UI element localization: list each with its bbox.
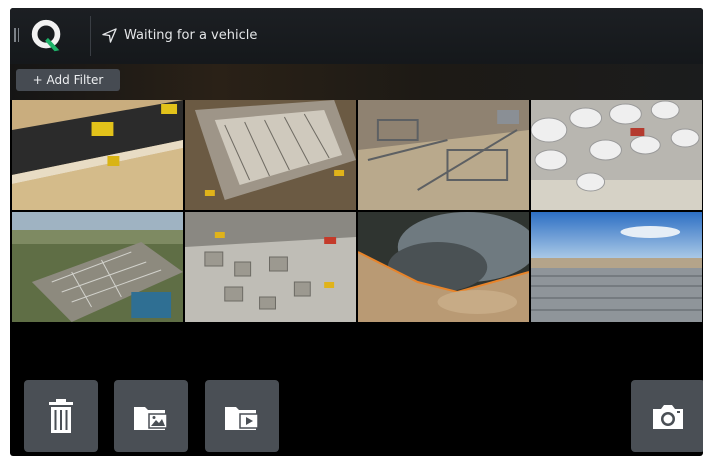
- app-window: Waiting for a vehicle + Add Filter: [10, 8, 703, 456]
- photo-thumbnail-storage-tanks[interactable]: [531, 100, 702, 210]
- photo-thumbnail-wildfire[interactable]: [358, 212, 529, 322]
- navigation-arrow-icon: [102, 27, 117, 43]
- photo-thumbnail-industrial-site[interactable]: [358, 100, 529, 210]
- photo-gallery: [12, 100, 702, 322]
- top-bar: Waiting for a vehicle: [10, 8, 703, 64]
- camera-icon: [653, 405, 683, 429]
- header-divider: [90, 16, 91, 56]
- add-filter-button[interactable]: + Add Filter: [16, 69, 120, 91]
- camera-button[interactable]: [631, 380, 703, 452]
- photo-thumbnail-building-construction[interactable]: [185, 100, 356, 210]
- delete-button[interactable]: [24, 380, 98, 452]
- photo-thumbnail-road-paving[interactable]: [12, 100, 183, 210]
- photo-thumbnail-solar-farm[interactable]: [531, 212, 702, 322]
- trash-icon: [49, 399, 73, 433]
- photo-folder-button[interactable]: [114, 380, 188, 452]
- vehicle-status: Waiting for a vehicle: [102, 24, 257, 46]
- photo-folder-icon: [134, 407, 168, 430]
- video-folder-icon: [225, 407, 259, 430]
- menu-handle-icon[interactable]: [14, 28, 19, 42]
- video-folder-button[interactable]: [205, 380, 279, 452]
- status-text: Waiting for a vehicle: [124, 27, 258, 43]
- photo-thumbnail-electrical-substation[interactable]: [12, 212, 183, 322]
- q-logo-icon: [31, 19, 61, 52]
- photo-thumbnail-construction-site[interactable]: [185, 212, 356, 322]
